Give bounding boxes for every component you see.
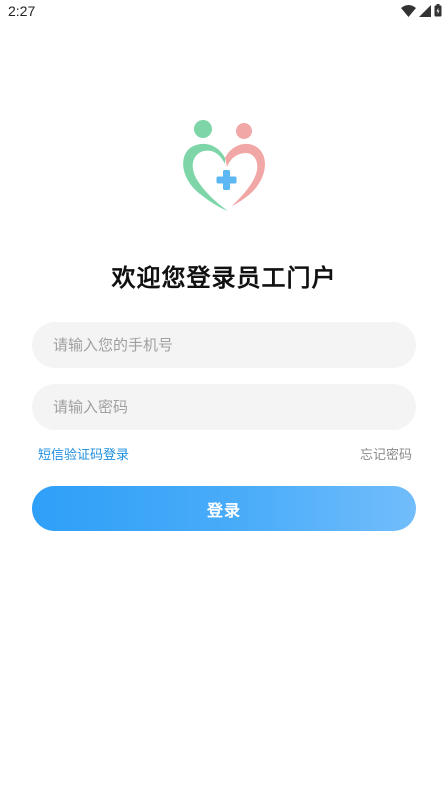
login-button[interactable]: 登录 xyxy=(32,486,416,531)
sms-login-link[interactable]: 短信验证码登录 xyxy=(38,444,129,463)
forgot-password-link[interactable]: 忘记密码 xyxy=(360,444,412,463)
battery-icon xyxy=(434,4,442,17)
password-input[interactable] xyxy=(32,384,416,430)
wifi-icon xyxy=(401,4,416,17)
status-bar: 2:27 xyxy=(0,0,448,24)
heart-medical-cross-logo-icon xyxy=(183,120,265,211)
welcome-title: 欢迎您登录员工门户 xyxy=(111,264,337,292)
status-icons xyxy=(401,4,442,17)
password-field-container xyxy=(32,384,416,430)
phone-field-container xyxy=(32,322,416,368)
app-logo xyxy=(180,118,270,214)
signal-icon xyxy=(419,4,431,17)
phone-input[interactable] xyxy=(32,322,416,368)
status-time: 2:27 xyxy=(8,3,36,19)
